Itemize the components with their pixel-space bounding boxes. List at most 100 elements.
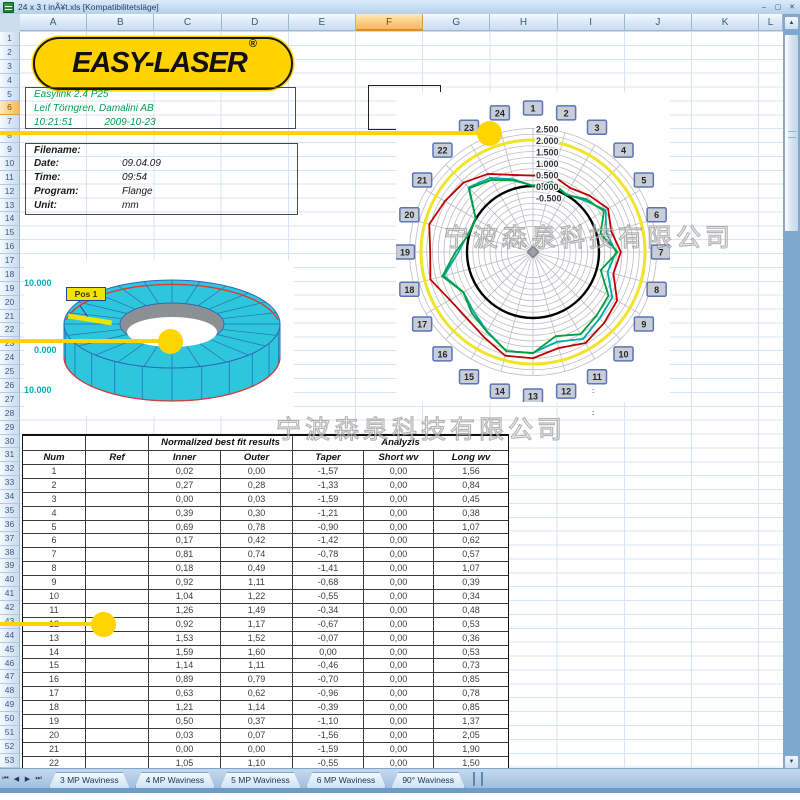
row-header-11[interactable]: 11 xyxy=(0,171,20,185)
row-header-12[interactable]: 12 xyxy=(0,185,20,199)
row-header-30[interactable]: 30 xyxy=(0,435,20,449)
row-header-35[interactable]: 35 xyxy=(0,504,20,518)
column-header-C[interactable]: C xyxy=(154,14,221,31)
row-header-39[interactable]: 39 xyxy=(0,559,20,573)
minimize-button[interactable]: – xyxy=(758,4,770,11)
row-header-46[interactable]: 46 xyxy=(0,657,20,671)
row-header-22[interactable]: 22 xyxy=(0,323,20,337)
sheet-tab-3-mp-waviness[interactable]: 3 MP Waviness xyxy=(49,772,130,788)
tab-split-handle[interactable] xyxy=(473,772,483,786)
table-cell: 0,00 xyxy=(364,479,434,493)
row-header-32[interactable]: 32 xyxy=(0,462,20,476)
callout-line-1[interactable] xyxy=(0,131,478,136)
callout-dot-3[interactable] xyxy=(91,612,116,637)
row-header-20[interactable]: 20 xyxy=(0,296,20,310)
worksheet[interactable]: EASY-LASER® Easylink 2.4 P25 Leif Törngr… xyxy=(20,32,783,768)
sheet-tab-4-mp-waviness[interactable]: 4 MP Waviness xyxy=(135,772,216,788)
row-header-52[interactable]: 52 xyxy=(0,740,20,754)
table-cell xyxy=(86,715,149,729)
row-header-27[interactable]: 27 xyxy=(0,393,20,407)
tab-nav-next-icon[interactable]: ▶ xyxy=(22,775,33,783)
row-header-10[interactable]: 10 xyxy=(0,157,20,171)
row-header-31[interactable]: 31 xyxy=(0,448,20,462)
table-cell: 0,18 xyxy=(149,562,221,576)
tab-nav-first-icon[interactable]: ⏮ xyxy=(0,775,11,783)
row-header-53[interactable]: 53 xyxy=(0,754,20,768)
row-header-9[interactable]: 9 xyxy=(0,143,20,157)
row-header-47[interactable]: 47 xyxy=(0,670,20,684)
row-header-21[interactable]: 21 xyxy=(0,310,20,324)
svg-text:4: 4 xyxy=(621,146,626,156)
row-header-4[interactable]: 4 xyxy=(0,74,20,88)
row-header-1[interactable]: 1 xyxy=(0,32,20,46)
row-header-40[interactable]: 40 xyxy=(0,573,20,587)
column-header-K[interactable]: K xyxy=(692,14,759,31)
column-header-D[interactable]: D xyxy=(222,14,289,31)
row-header-33[interactable]: 33 xyxy=(0,476,20,490)
sheet-tab-5-mp-waviness[interactable]: 5 MP Waviness xyxy=(220,772,301,788)
table-cell: 1,07 xyxy=(434,521,508,535)
vertical-scrollbar[interactable]: ▲ ▼ xyxy=(783,14,800,771)
callout-dot-1[interactable] xyxy=(477,121,502,146)
callout-line-2[interactable] xyxy=(0,339,162,344)
row-header-2[interactable]: 2 xyxy=(0,46,20,60)
column-header-H[interactable]: H xyxy=(490,14,557,31)
table-cell: 0,00 xyxy=(364,465,434,479)
row-header-19[interactable]: 19 xyxy=(0,282,20,296)
info-label: Unit: xyxy=(26,199,122,213)
column-header-I[interactable]: I xyxy=(558,14,625,31)
tab-nav-last-icon[interactable]: ⏭ xyxy=(33,775,44,783)
row-header-41[interactable]: 41 xyxy=(0,587,20,601)
row-header-34[interactable]: 34 xyxy=(0,490,20,504)
row-header-51[interactable]: 51 xyxy=(0,726,20,740)
column-header-E[interactable]: E xyxy=(289,14,356,31)
column-header-B[interactable]: B xyxy=(87,14,154,31)
results-table[interactable]: Normalized best fit resultsAnalyzisNumRe… xyxy=(22,434,509,768)
row-header-26[interactable]: 26 xyxy=(0,379,20,393)
row-header-50[interactable]: 50 xyxy=(0,712,20,726)
table-cell: 0,27 xyxy=(149,479,221,493)
row-header-48[interactable]: 48 xyxy=(0,684,20,698)
row-header-49[interactable]: 49 xyxy=(0,698,20,712)
close-button[interactable]: ✕ xyxy=(786,3,798,11)
row-header-38[interactable]: 38 xyxy=(0,546,20,560)
row-header-15[interactable]: 15 xyxy=(0,226,20,240)
row-header-45[interactable]: 45 xyxy=(0,643,20,657)
row-header-16[interactable]: 16 xyxy=(0,240,20,254)
row-header-36[interactable]: 36 xyxy=(0,518,20,532)
row-header-14[interactable]: 14 xyxy=(0,212,20,226)
svg-text:15: 15 xyxy=(464,372,474,382)
column-header-J[interactable]: J xyxy=(625,14,692,31)
callout-line-3[interactable] xyxy=(0,622,96,627)
sheet-tab-90-waviness[interactable]: 90° Waviness xyxy=(391,772,465,788)
row-header-17[interactable]: 17 xyxy=(0,254,20,268)
row-header-25[interactable]: 25 xyxy=(0,365,20,379)
table-cell: 0,38 xyxy=(434,507,508,521)
row-header-6[interactable]: 6 xyxy=(0,101,20,115)
scroll-down-arrow-icon[interactable]: ▼ xyxy=(784,755,799,769)
info-value: 09.04.09 xyxy=(122,157,161,171)
row-header-3[interactable]: 3 xyxy=(0,60,20,74)
row-header-42[interactable]: 42 xyxy=(0,601,20,615)
row-header-18[interactable]: 18 xyxy=(0,268,20,282)
row-header-29[interactable]: 29 xyxy=(0,421,20,435)
row-header-37[interactable]: 37 xyxy=(0,532,20,546)
tab-nav-prev-icon[interactable]: ◀ xyxy=(11,775,22,783)
column-header-G[interactable]: G xyxy=(423,14,490,31)
row-header-24[interactable]: 24 xyxy=(0,351,20,365)
row-header-44[interactable]: 44 xyxy=(0,629,20,643)
row-header-28[interactable]: 28 xyxy=(0,407,20,421)
column-header-A[interactable]: A xyxy=(20,14,87,31)
scroll-up-arrow-icon[interactable]: ▲ xyxy=(784,16,799,30)
column-header-F[interactable]: F xyxy=(356,14,423,31)
row-header-7[interactable]: 7 xyxy=(0,115,20,129)
callout-dot-2[interactable] xyxy=(158,329,183,354)
row-header-5[interactable]: 5 xyxy=(0,88,20,102)
polar-roundness-chart[interactable]: 2.5002.0001.5001.0000.5000.000-0.5001234… xyxy=(396,92,670,402)
vertical-scrollbar-thumb[interactable] xyxy=(784,34,799,232)
row-header-13[interactable]: 13 xyxy=(0,199,20,213)
svg-text:3: 3 xyxy=(594,123,599,133)
column-header-L[interactable]: L xyxy=(759,14,783,31)
sheet-tab-6-mp-waviness[interactable]: 6 MP Waviness xyxy=(306,772,387,788)
restore-button[interactable]: ▢ xyxy=(772,3,784,11)
